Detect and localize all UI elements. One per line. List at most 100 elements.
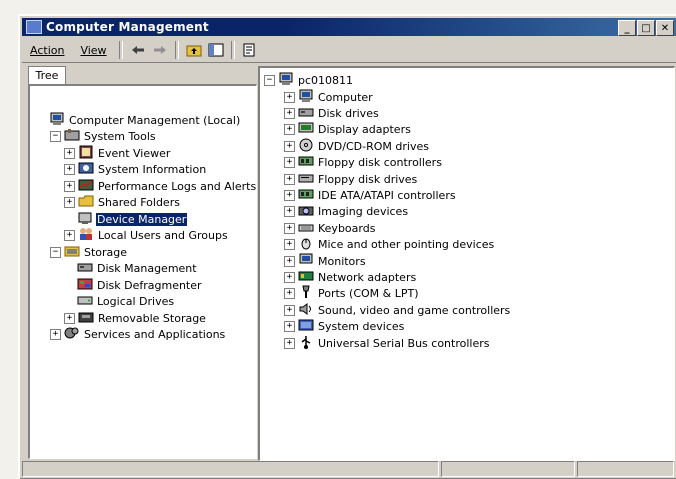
window-buttons: _ □ ✕	[617, 20, 674, 36]
expand-icon[interactable]: +	[284, 91, 295, 103]
expand-icon[interactable]: +	[284, 288, 295, 300]
expand-icon[interactable]: +	[284, 337, 295, 349]
collapse-icon[interactable]: −	[50, 246, 61, 258]
tree-item-label: Disk Defragmenter	[97, 278, 202, 292]
expand-icon[interactable]: +	[284, 189, 295, 201]
tree-item[interactable]: + Performance Logs and Alerts	[64, 178, 257, 194]
tree-item-label: Shared Folders	[98, 196, 180, 209]
back-button[interactable]	[129, 41, 147, 59]
tools-icon	[64, 128, 83, 145]
minimize-icon: _	[624, 22, 630, 34]
tree-item[interactable]: Disk Defragmenter	[64, 277, 203, 293]
device-category-label: System devices	[318, 320, 405, 334]
expand-icon[interactable]: +	[284, 157, 295, 169]
device-category[interactable]: + Network adapters	[284, 269, 417, 285]
expand-icon[interactable]: +	[64, 147, 75, 159]
toolbar-separator	[118, 41, 123, 59]
tree-item[interactable]: Disk Management	[64, 261, 198, 277]
tree-item-label: Event Viewer	[98, 146, 171, 160]
expand-icon[interactable]: +	[50, 329, 61, 340]
device-list-pane[interactable]: − pc010811 + Computer + Disk drives + Display a…	[258, 66, 675, 461]
performance-icon	[78, 178, 97, 195]
device-category[interactable]: + Disk drives	[284, 105, 380, 121]
tree-item[interactable]: Logical Drives	[64, 294, 175, 310]
expand-icon[interactable]: +	[284, 124, 295, 136]
close-button[interactable]: ✕	[656, 20, 674, 36]
storage-icon	[64, 244, 83, 261]
expand-icon[interactable]: +	[284, 239, 295, 251]
tree-item[interactable]: − Storage	[50, 244, 128, 260]
expand-icon[interactable]: +	[284, 255, 295, 267]
tree-item[interactable]: − System Tools	[50, 129, 157, 145]
expand-icon[interactable]: +	[284, 140, 295, 152]
expand-icon[interactable]: +	[284, 107, 295, 119]
tree-item[interactable]: + Shared Folders	[64, 195, 181, 211]
port-icon	[298, 285, 317, 302]
window-title: Computer Management	[46, 20, 209, 34]
tree-item[interactable]: + System Information	[64, 162, 207, 178]
title-bar[interactable]: Computer Management _ □ ✕	[22, 18, 676, 36]
show-hide-tree-button[interactable]	[207, 41, 225, 59]
expand-icon[interactable]: +	[284, 173, 295, 185]
tree-item[interactable]: + Event Viewer	[64, 145, 171, 161]
device-category-label: Monitors	[318, 254, 366, 268]
tree-item-label: Local Users and Groups	[98, 229, 228, 242]
collapse-icon[interactable]: −	[264, 74, 275, 86]
expand-icon[interactable]: +	[284, 222, 295, 234]
folder-icon	[78, 194, 97, 211]
expand-icon[interactable]: +	[284, 271, 295, 283]
expand-icon[interactable]: +	[64, 197, 75, 208]
device-category[interactable]: + Monitors	[284, 253, 367, 269]
expand-icon[interactable]: +	[64, 230, 75, 241]
tree-item-label: Device Manager	[96, 212, 188, 226]
tree-item-label: Computer Management (Local)	[69, 113, 241, 127]
minimize-button[interactable]: _	[618, 20, 636, 36]
device-category[interactable]: + Keyboards	[284, 220, 376, 236]
tree-item-label: Services and Applications	[84, 328, 226, 341]
menu-view[interactable]: View	[72, 44, 114, 57]
expand-icon[interactable]: +	[64, 312, 75, 324]
device-category-label: Floppy disk drives	[318, 172, 418, 186]
expand-icon[interactable]: +	[284, 321, 295, 333]
device-category[interactable]: + Mice and other pointing devices	[284, 237, 495, 253]
forward-button[interactable]	[151, 41, 169, 59]
expand-icon[interactable]: +	[284, 304, 295, 316]
computer-icon	[278, 72, 297, 89]
usb-icon	[298, 335, 317, 352]
expand-icon[interactable]: +	[64, 164, 75, 175]
maximize-button[interactable]: □	[637, 20, 655, 36]
device-category[interactable]: + Computer	[284, 89, 374, 105]
device-category[interactable]: + Sound, video and game controllers	[284, 302, 511, 318]
device-category[interactable]: + Imaging devices	[284, 204, 409, 220]
device-category[interactable]: + Floppy disk drives	[284, 171, 418, 187]
device-category[interactable]: + IDE ATA/ATAPI controllers	[284, 187, 457, 203]
device-category[interactable]: + DVD/CD-ROM drives	[284, 138, 430, 154]
tab-tree[interactable]: Tree	[28, 66, 66, 85]
tree-item[interactable]: Computer Management (Local)	[36, 112, 241, 128]
tree-item[interactable]: Device Manager	[64, 211, 188, 227]
close-icon: ✕	[660, 22, 670, 34]
device-tree-root[interactable]: − pc010811	[264, 72, 354, 88]
expand-icon[interactable]: +	[284, 206, 295, 218]
up-one-level-button[interactable]	[185, 41, 203, 59]
device-category-label: Floppy disk controllers	[318, 156, 442, 170]
status-cell-middle	[441, 461, 575, 477]
device-category[interactable]: + Ports (COM & LPT)	[284, 285, 420, 302]
console-tree[interactable]: Computer Management (Local) − System Tools…	[28, 84, 257, 459]
collapse-icon[interactable]: −	[50, 131, 61, 142]
device-category[interactable]: + Display adapters	[284, 122, 412, 138]
menu-action[interactable]: Action	[22, 44, 72, 57]
floppy-icon	[298, 171, 317, 188]
tree-item[interactable]: + Removable Storage	[64, 310, 207, 326]
back-arrow-icon	[131, 46, 144, 54]
device-category[interactable]: + Floppy disk controllers	[284, 155, 443, 171]
expand-icon[interactable]: +	[64, 180, 75, 192]
sound-icon	[298, 302, 317, 319]
device-category[interactable]: + System devices	[284, 319, 405, 335]
event-viewer-icon	[78, 145, 97, 162]
device-category[interactable]: + Universal Serial Bus controllers	[284, 335, 490, 351]
properties-button[interactable]	[241, 41, 259, 59]
device-category-label: Display adapters	[318, 123, 411, 137]
tree-item[interactable]: + Services and Applications	[50, 327, 226, 343]
tree-item[interactable]: + Local Users and Groups	[64, 228, 229, 244]
